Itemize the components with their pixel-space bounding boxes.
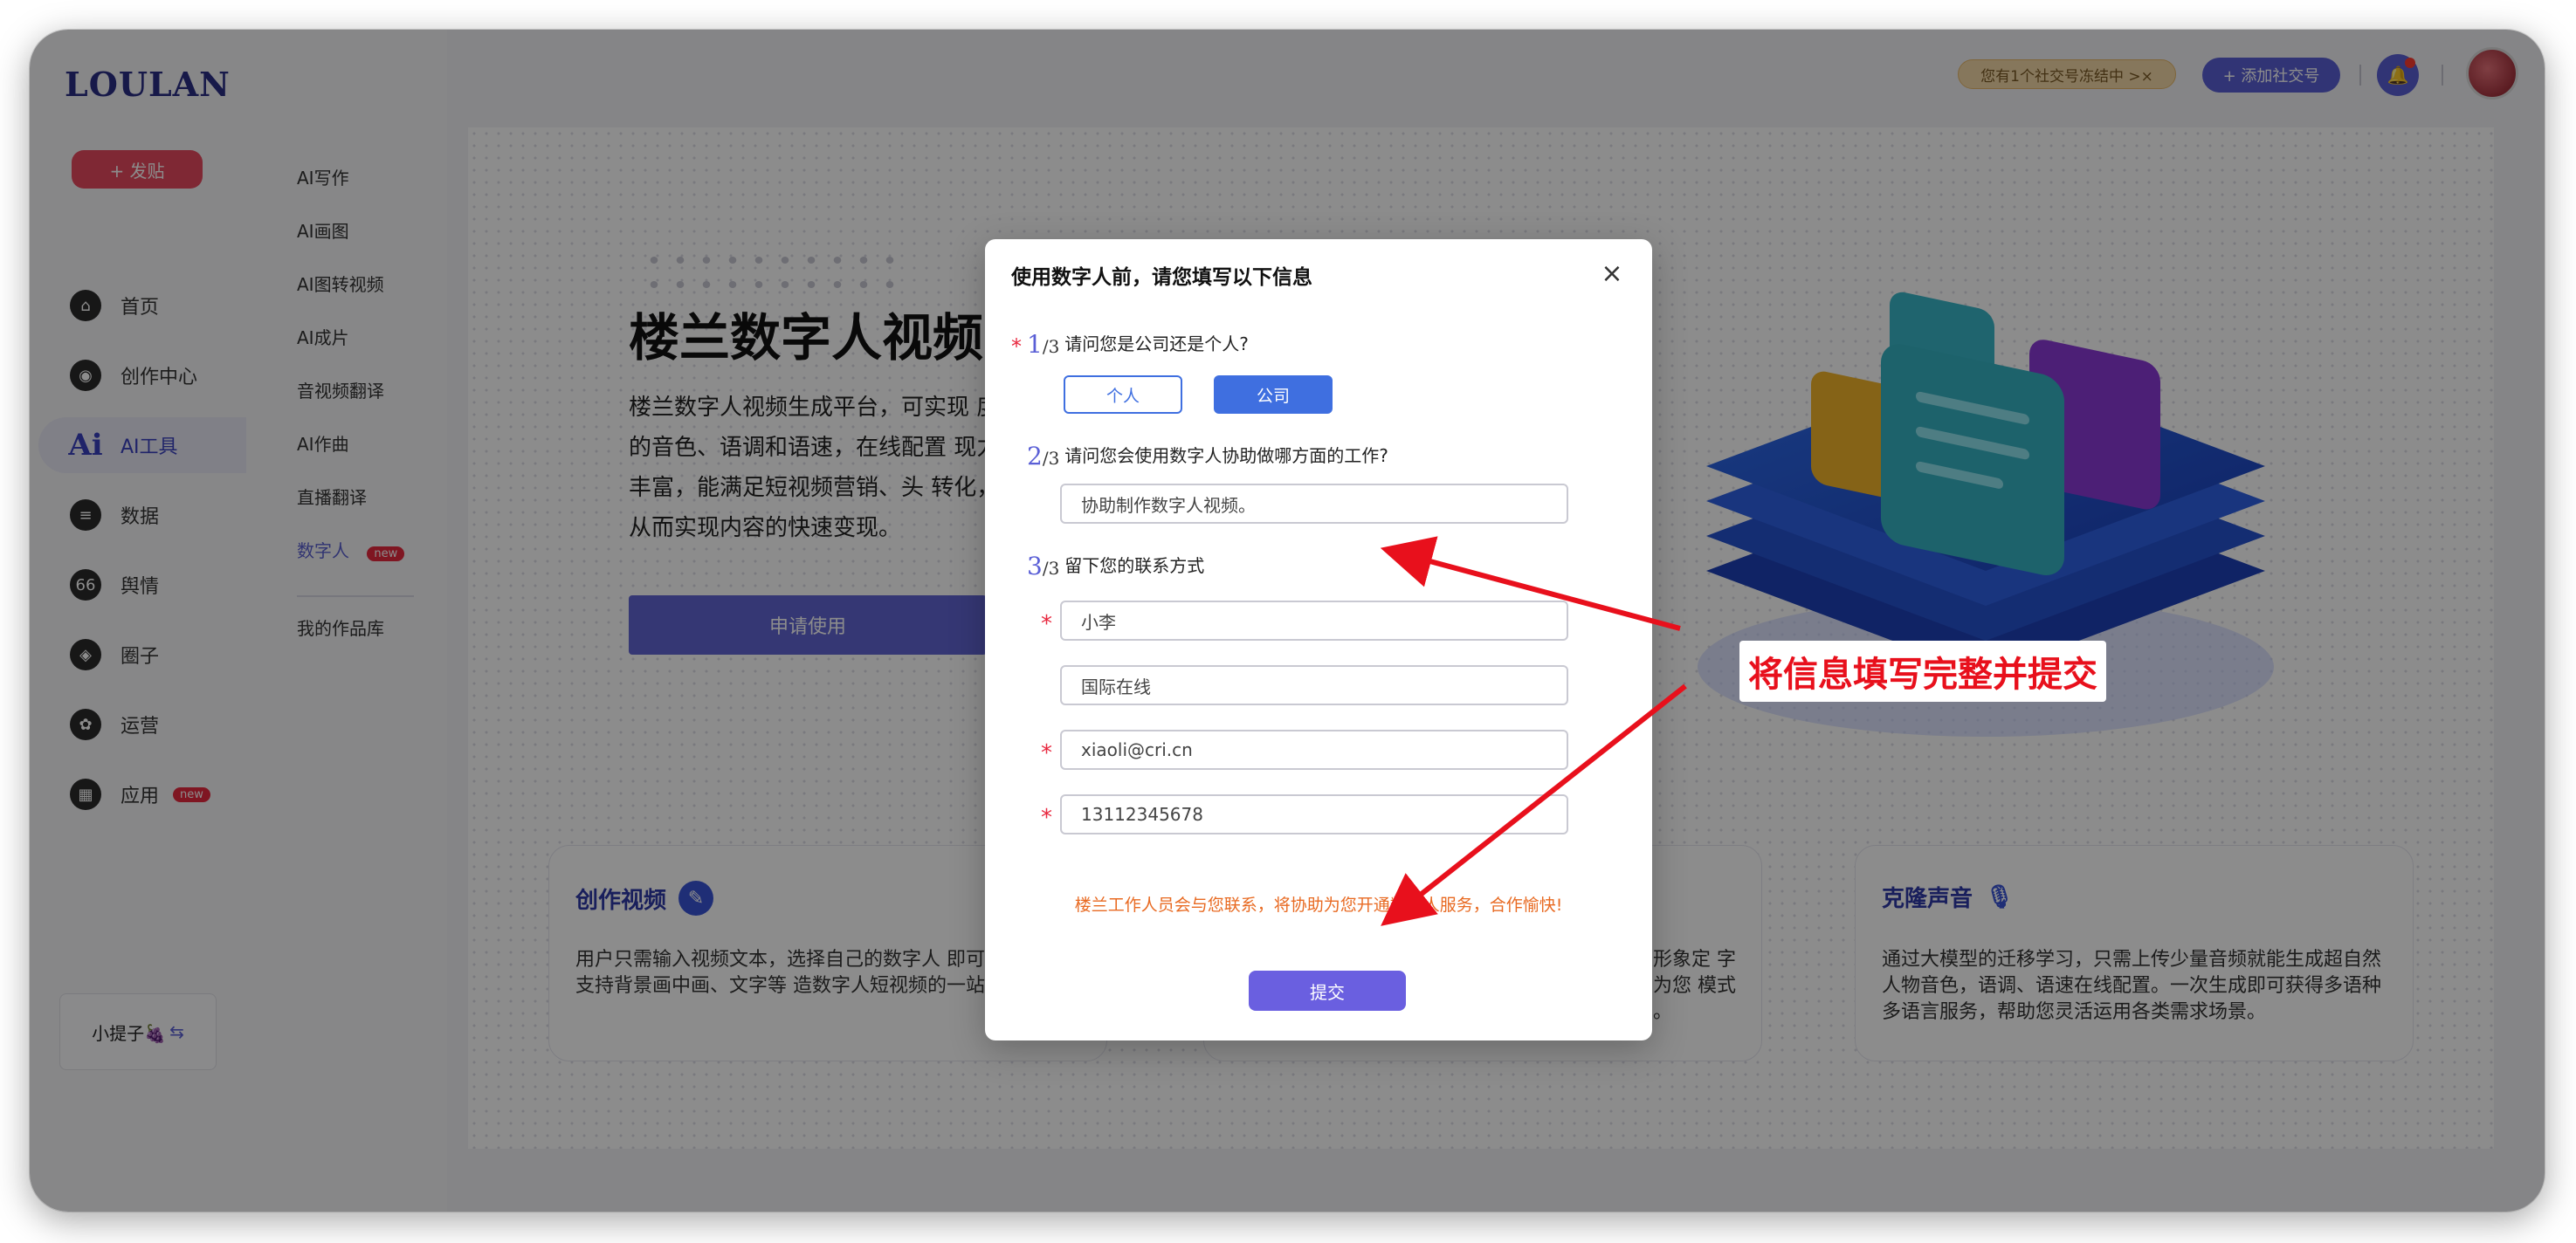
app-window: LOULAN + 发贴 ⌂ 首页 ◉ 创作中心 Ai AI工具 ≡ 数据 66 … bbox=[30, 30, 2545, 1212]
annotation-label: 将信息填写完整并提交 bbox=[1739, 641, 2106, 702]
annotation-arrows bbox=[1380, 536, 1687, 926]
